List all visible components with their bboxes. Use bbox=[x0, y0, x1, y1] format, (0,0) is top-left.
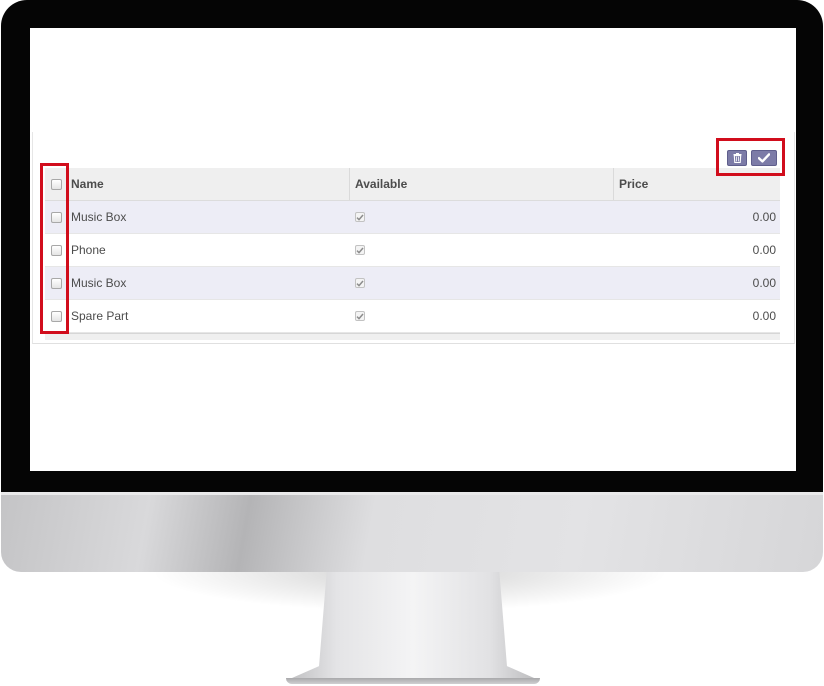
table-row[interactable]: Music Box 0.00 bbox=[45, 201, 780, 234]
cell-price[interactable]: 0.00 bbox=[613, 300, 780, 332]
table-row[interactable]: Music Box 0.00 bbox=[45, 267, 780, 300]
save-button[interactable] bbox=[751, 150, 777, 166]
table-row[interactable]: Phone 0.00 bbox=[45, 234, 780, 267]
monitor-chin bbox=[1, 492, 823, 572]
column-header-available[interactable]: Available bbox=[349, 168, 613, 200]
cell-name[interactable]: Phone bbox=[67, 234, 349, 266]
select-all-checkbox[interactable] bbox=[50, 178, 62, 190]
check-icon bbox=[758, 153, 770, 163]
check-icon bbox=[356, 313, 364, 320]
column-header-name[interactable]: Name bbox=[67, 168, 349, 200]
products-table: Name Available Price Music Box 0.00 Phon… bbox=[45, 168, 780, 340]
cell-name[interactable]: Spare Part bbox=[67, 300, 349, 332]
row-select-checkbox[interactable] bbox=[50, 244, 62, 256]
delete-button[interactable] bbox=[727, 150, 747, 166]
row-select-checkbox[interactable] bbox=[50, 211, 62, 223]
column-header-price[interactable]: Price bbox=[613, 168, 780, 200]
table-footer bbox=[45, 333, 780, 340]
row-select-checkbox[interactable] bbox=[50, 277, 62, 289]
cell-name[interactable]: Music Box bbox=[67, 267, 349, 299]
cell-price[interactable]: 0.00 bbox=[613, 201, 780, 233]
screen: Name Available Price Music Box 0.00 Phon… bbox=[30, 28, 796, 471]
available-checkbox bbox=[355, 245, 365, 255]
cell-name[interactable]: Music Box bbox=[67, 201, 349, 233]
check-icon bbox=[356, 214, 364, 221]
cell-price[interactable]: 0.00 bbox=[613, 267, 780, 299]
check-icon bbox=[356, 280, 364, 287]
row-select-checkbox[interactable] bbox=[50, 310, 62, 322]
table-header: Name Available Price bbox=[45, 168, 780, 201]
available-checkbox bbox=[355, 311, 365, 321]
available-checkbox bbox=[355, 212, 365, 222]
monitor-stand-base bbox=[286, 678, 540, 684]
available-checkbox bbox=[355, 278, 365, 288]
trash-icon bbox=[733, 153, 741, 163]
cell-price[interactable]: 0.00 bbox=[613, 234, 780, 266]
check-icon bbox=[356, 247, 364, 254]
table-row[interactable]: Spare Part 0.00 bbox=[45, 300, 780, 333]
